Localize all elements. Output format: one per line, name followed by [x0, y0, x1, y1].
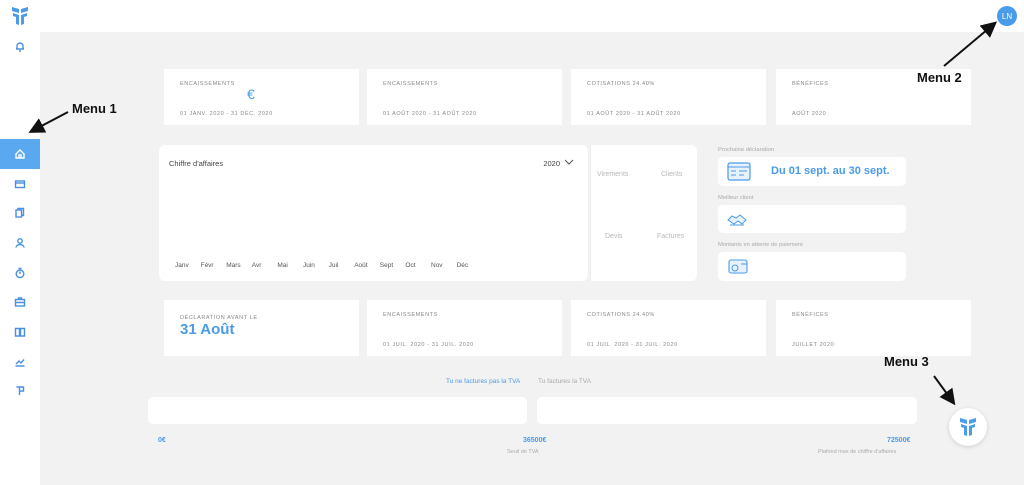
- wallet-icon: [728, 259, 748, 274]
- declaration-date: 31 Août: [180, 321, 235, 338]
- tab-with-tva[interactable]: Tu factures la TVA: [538, 378, 591, 385]
- stat-card-cotisations-july: COTISATIONS 24.40% 01 JUIL. 2020 - 31 JU…: [566, 300, 766, 356]
- next-declaration-label: Prochaine déclaration: [718, 147, 775, 153]
- sidebar: [0, 0, 40, 485]
- scale-min-value: 0€: [158, 437, 166, 444]
- stat-period: 01 JUIL. 2020 - 31 JUIL. 2020: [587, 342, 678, 348]
- revenue-chart-card: Chiffre d'affaires 2020 Janv Févr Mars A…: [159, 145, 588, 281]
- pending-payments-label: Montants en attente de paiement: [718, 242, 803, 248]
- devis-link[interactable]: Devis: [605, 233, 623, 240]
- stat-card-cotisations: COTISATIONS 24.40% 01 AOÛT 2020 - 31 AOÛ…: [566, 69, 766, 125]
- top-bar: [40, 0, 1024, 32]
- stat-period: 01 JUIL. 2020 - 31 JUIL. 2020: [383, 342, 474, 348]
- stat-label: COTISATIONS 24.40%: [587, 81, 655, 87]
- stat-card-declaration: DÉCLARATION AVANT LE 31 Août: [159, 300, 359, 356]
- stat-card-encaissements-july: ENCAISSEMENTS 01 JUIL. 2020 - 31 JUIL. 2…: [362, 300, 562, 356]
- stat-card-encaissements-month: ENCAISSEMENTS 01 AOÛT 2020 - 31 AOÛT 202…: [362, 69, 562, 125]
- month-label: Nov: [431, 262, 443, 269]
- stat-card-benefices-july: BÉNÉFICES JUILLET 2020: [771, 300, 971, 356]
- scale-max-value: 72500€: [887, 437, 911, 444]
- stat-period: AOÛT 2020: [792, 111, 827, 117]
- app-menu-button[interactable]: [949, 408, 987, 446]
- user-icon[interactable]: [0, 228, 40, 258]
- month-label: Juin: [303, 262, 315, 269]
- handshake-icon: [727, 214, 747, 226]
- stat-label: BÉNÉFICES: [792, 312, 829, 318]
- year-select[interactable]: 2020: [543, 159, 560, 168]
- scale-max-label: Plafond max de chiffre d'affaires: [818, 449, 897, 455]
- app-logo-icon: [960, 418, 976, 436]
- clients-link[interactable]: Clients: [661, 171, 682, 178]
- tva-progress-right: [537, 397, 917, 424]
- briefcase-icon[interactable]: [0, 287, 40, 317]
- stat-label: ENCAISSEMENTS: [383, 81, 438, 87]
- card-icon[interactable]: [0, 169, 40, 199]
- avatar[interactable]: LN: [997, 6, 1017, 26]
- factures-link[interactable]: Factures: [657, 233, 684, 240]
- home-icon[interactable]: [0, 139, 40, 169]
- summary-mini-card: Virements Clients Devis Factures: [590, 145, 697, 281]
- month-label: Mars: [226, 262, 241, 269]
- menu3-label: Menu 3: [884, 354, 929, 369]
- stat-period: 01 AOÛT 2020 - 31 AOÛT 2020: [383, 111, 477, 117]
- month-label: Oct: [405, 262, 416, 269]
- chart-icon[interactable]: [0, 347, 40, 377]
- stat-period: 01 JANV. 2020 - 31 DÉC. 2020: [180, 111, 273, 117]
- month-label: Janv: [175, 262, 189, 269]
- flag-icon[interactable]: [0, 376, 40, 406]
- month-label: Déc: [456, 262, 469, 269]
- menu2-label: Menu 2: [917, 70, 962, 85]
- pending-payments-box[interactable]: [718, 252, 906, 281]
- tab-no-tva[interactable]: Tu ne factures pas la TVA: [446, 378, 520, 385]
- tva-progress-left: [148, 397, 527, 424]
- documents-icon[interactable]: [0, 198, 40, 228]
- bell-icon[interactable]: [0, 32, 40, 62]
- chart-title: Chiffre d'affaires: [169, 159, 224, 168]
- timer-icon[interactable]: [0, 258, 40, 288]
- euro-icon: €: [247, 86, 255, 102]
- stat-label: ENCAISSEMENTS: [383, 312, 438, 318]
- stat-label: ENCAISSEMENTS: [180, 81, 235, 87]
- stat-label: COTISATIONS 24.40%: [587, 312, 655, 318]
- month-label: Sept: [379, 262, 394, 269]
- menu1-label: Menu 1: [72, 101, 117, 116]
- next-declaration-period: Du 01 sept. au 30 sept.: [771, 165, 890, 177]
- stat-period: JUILLET 2020: [792, 342, 835, 348]
- month-label: Févr: [200, 262, 214, 269]
- chevron-down-icon[interactable]: [564, 158, 574, 166]
- month-label: Mai: [277, 262, 288, 269]
- month-label: Juil: [328, 262, 339, 269]
- month-label: Avr: [251, 262, 262, 269]
- virements-link[interactable]: Virements: [597, 171, 628, 178]
- stat-card-encaissements-year: ENCAISSEMENTS € 01 JANV. 2020 - 31 DÉC. …: [159, 69, 359, 125]
- month-label: Août: [354, 262, 368, 269]
- stat-period: 01 AOÛT 2020 - 31 AOÛT 2020: [587, 111, 681, 117]
- app-logo-icon[interactable]: [11, 6, 29, 26]
- scale-mid-value: 36500€: [523, 437, 547, 444]
- calendar-icon: [727, 162, 751, 181]
- best-client-box[interactable]: [718, 205, 906, 233]
- stat-label: BÉNÉFICES: [792, 81, 829, 87]
- best-client-label: Meilleur client: [718, 195, 754, 201]
- scale-mid-label: Seuil de TVA: [507, 449, 539, 455]
- book-icon[interactable]: [0, 317, 40, 347]
